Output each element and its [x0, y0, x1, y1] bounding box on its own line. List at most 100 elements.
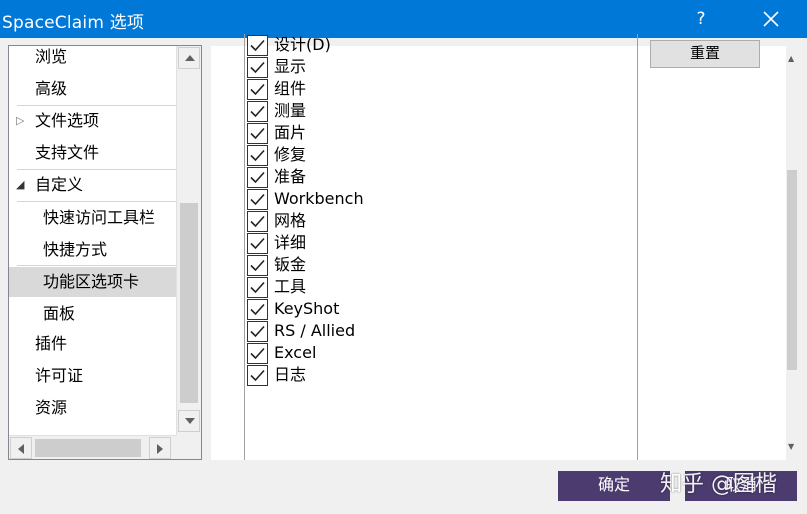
ribbon-tab-checkbox[interactable] — [247, 277, 268, 298]
ribbon-tab-label: 面片 — [274, 123, 307, 142]
checkmark-icon — [250, 39, 265, 52]
ribbon-tab-label: 日志 — [274, 365, 307, 384]
tree-item-label: 自定义 — [35, 175, 84, 194]
tree-item-label: 功能区选项卡 — [43, 272, 140, 291]
ribbon-tab-label: 显示 — [274, 57, 307, 76]
ribbon-tab-label: 钣金 — [274, 255, 307, 274]
ribbon-tab-checkbox[interactable] — [247, 57, 268, 78]
checkmark-icon — [250, 303, 265, 316]
title-bar: SpaceClaim 选项 ? — [0, 0, 807, 38]
checkmark-icon — [250, 127, 265, 140]
ribbon-tab-checkbox[interactable] — [247, 343, 268, 364]
tree-item-label: 浏览 — [35, 47, 68, 66]
tree-item-label: 快捷方式 — [43, 240, 108, 259]
watermark: 知乎 @图楷 — [660, 472, 777, 497]
ribbon-tab-label: 准备 — [274, 167, 307, 186]
tree-item-label: 快速访问工具栏 — [43, 208, 156, 227]
ribbon-tab-label: Workbench — [274, 189, 364, 208]
window-title: SpaceClaim 选项 — [2, 13, 145, 33]
ribbon-tab-checkbox[interactable] — [247, 79, 268, 100]
scrollbar-corner — [176, 435, 201, 459]
tree-item-label: 资源 — [35, 398, 68, 417]
ribbon-tab-checkbox[interactable] — [247, 365, 268, 386]
tree-horizontal-scrollbar[interactable] — [9, 435, 176, 459]
checkmark-icon — [250, 61, 265, 74]
tree-item-label: 面板 — [43, 304, 76, 323]
help-button[interactable]: ? — [682, 0, 720, 38]
tree-divider — [17, 265, 176, 266]
ribbon-tab-list: 设计(D) 显示 组件 测量 面片 修复 准备 Workbench 网格 详细 钣金 工具 KeySho… — [244, 34, 638, 460]
checkmark-icon — [250, 83, 265, 96]
ribbon-tab-label: 详细 — [274, 233, 307, 252]
tree-item[interactable]: 快速访问工具栏 — [9, 203, 176, 233]
checkmark-icon — [250, 193, 265, 206]
close-icon — [763, 11, 779, 27]
ribbon-tab-checkbox[interactable] — [247, 145, 268, 166]
ribbon-tab-checkbox[interactable] — [247, 167, 268, 188]
ribbon-tab-label: 组件 — [274, 79, 307, 98]
scroll-left-button[interactable] — [10, 437, 32, 459]
tree-item[interactable]: ▷ 文件选项 — [9, 106, 176, 136]
ribbon-tab-checkbox[interactable] — [247, 35, 268, 56]
scroll-up-button[interactable] — [178, 47, 200, 69]
tree-item[interactable]: 快捷方式 — [9, 235, 176, 265]
close-button[interactable] — [751, 0, 791, 38]
tree-item[interactable]: 支持文件 — [9, 138, 176, 168]
checkmark-icon — [250, 149, 265, 162]
reset-button[interactable]: 重置 — [650, 40, 760, 68]
tree-divider — [17, 201, 176, 202]
ribbon-tab-label: 测量 — [274, 101, 307, 120]
tree-item[interactable]: 插件 — [9, 329, 176, 359]
ribbon-tab-checkbox[interactable] — [247, 233, 268, 254]
chevron-up-icon — [185, 55, 195, 61]
tree-vertical-scrollbar[interactable] — [176, 46, 201, 435]
content-scrollbar[interactable]: ▲ ▼ — [786, 46, 799, 460]
ribbon-tab-label: 工具 — [274, 277, 307, 296]
checkmark-icon — [250, 369, 265, 382]
scroll-down-icon[interactable]: ▼ — [788, 442, 794, 451]
ribbon-tab-checkbox[interactable] — [247, 255, 268, 276]
ribbon-tab-label: 设计(D) — [274, 35, 331, 54]
scroll-right-button[interactable] — [149, 437, 171, 459]
checkmark-icon — [250, 325, 265, 338]
tree-item-label: 许可证 — [35, 366, 84, 385]
chevron-left-icon — [18, 444, 24, 454]
checkmark-icon — [250, 237, 265, 250]
checkmark-icon — [250, 259, 265, 272]
ribbon-tab-checkbox[interactable] — [247, 211, 268, 232]
checkmark-icon — [250, 281, 265, 294]
tree-item[interactable]: 功能区选项卡 — [9, 267, 176, 297]
ribbon-tabs-panel: 设计(D) 显示 组件 测量 面片 修复 准备 Workbench 网格 详细 钣金 工具 KeySho… — [211, 34, 786, 460]
horizontal-scroll-thumb[interactable] — [35, 439, 141, 457]
content-scroll-thumb[interactable] — [787, 170, 797, 370]
tree-item-label: 文件选项 — [35, 111, 100, 130]
ribbon-tab-label: RS / Allied — [274, 321, 356, 340]
tree-item[interactable]: 高级 — [9, 74, 176, 104]
tree-item[interactable]: 资源 — [9, 393, 176, 423]
tree-item-label: 插件 — [35, 334, 68, 353]
ribbon-tab-checkbox[interactable] — [247, 299, 268, 320]
ribbon-tab-label: Excel — [274, 343, 317, 362]
ribbon-tab-checkbox[interactable] — [247, 189, 268, 210]
ribbon-tab-checkbox[interactable] — [247, 101, 268, 122]
chevron-right-icon — [157, 444, 163, 454]
checkmark-icon — [250, 347, 265, 360]
scroll-thumb[interactable] — [180, 203, 198, 403]
tree-item-label: 支持文件 — [35, 143, 100, 162]
chevron-down-icon — [185, 418, 195, 424]
expanded-arrow-icon[interactable]: ◢ — [16, 170, 24, 200]
checkmark-icon — [250, 215, 265, 228]
scroll-down-button[interactable] — [178, 410, 200, 432]
ribbon-tab-checkbox[interactable] — [247, 123, 268, 144]
ok-button[interactable]: 确定 — [558, 471, 670, 501]
tree-item[interactable]: 面板 — [9, 299, 176, 329]
ribbon-tab-checkbox[interactable] — [247, 321, 268, 342]
collapsed-arrow-icon[interactable]: ▷ — [16, 106, 24, 136]
tree-item[interactable]: 许可证 — [9, 361, 176, 391]
scroll-up-icon[interactable]: ▲ — [788, 54, 794, 63]
ribbon-tab-label: 网格 — [274, 211, 307, 230]
checkmark-icon — [250, 105, 265, 118]
tree-item[interactable]: ◢ 自定义 — [9, 170, 176, 200]
ribbon-tab-label: KeyShot — [274, 299, 340, 318]
tree-item[interactable]: 浏览 — [9, 46, 176, 72]
